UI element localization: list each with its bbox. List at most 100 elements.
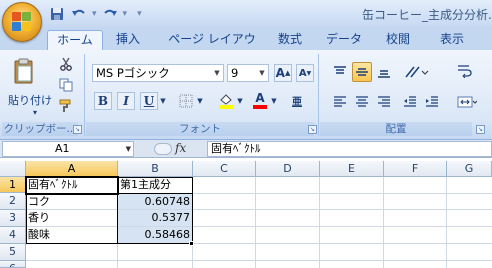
column-header-a[interactable]: A <box>26 161 118 177</box>
redo-icon[interactable] <box>101 5 119 23</box>
redo-dropdown-icon[interactable]: ▾ <box>123 9 128 19</box>
select-all-button[interactable] <box>0 161 26 177</box>
formula-bar-resize-handle[interactable] <box>154 143 172 155</box>
column-header-f[interactable]: F <box>384 161 447 177</box>
orientation-icon[interactable] <box>402 62 432 82</box>
fill-color-dropdown-icon[interactable]: ▼ <box>236 97 244 105</box>
align-center-icon[interactable] <box>352 92 372 112</box>
cell-b4[interactable]: 0.58468 <box>118 227 192 243</box>
name-box-dropdown-icon[interactable]: ▼ <box>126 142 131 156</box>
decrease-indent-icon[interactable] <box>400 92 420 112</box>
cell-a2[interactable]: コク <box>26 194 117 210</box>
undo-dropdown-icon[interactable]: ▾ <box>92 9 97 19</box>
name-box-value: A1 <box>55 142 70 155</box>
name-box[interactable]: A1 ▼ <box>2 141 134 157</box>
format-painter-icon[interactable] <box>58 98 74 114</box>
align-top-icon[interactable] <box>330 62 350 82</box>
gridline <box>26 260 492 261</box>
worksheet-grid[interactable]: A B C D E F G 1 2 3 4 5 6 固有ﾍﾞｸﾄﾙ 第1主成分 … <box>0 161 492 268</box>
paste-button[interactable]: 貼り付け <box>8 92 52 108</box>
row-header-3[interactable]: 3 <box>0 210 26 227</box>
font-name-combo[interactable]: MS Pゴシック ▼ <box>92 64 224 82</box>
column-header-c[interactable]: C <box>193 161 256 177</box>
gridline <box>319 177 320 268</box>
window-title: 缶コーヒー_主成分分析.xls <box>362 8 492 22</box>
font-color-button[interactable]: A <box>251 90 269 110</box>
tab-review[interactable]: 校閲 <box>378 30 418 50</box>
underline-button[interactable]: U <box>140 92 158 110</box>
font-size-value: 9 <box>231 66 239 80</box>
fill-handle[interactable] <box>189 241 194 246</box>
font-name-value: MS Pゴシック <box>96 66 170 80</box>
alignment-group-label: 配置 <box>320 122 472 136</box>
column-header-e[interactable]: E <box>320 161 384 177</box>
column-header-b[interactable]: B <box>118 161 193 177</box>
borders-dropdown-icon[interactable]: ▼ <box>196 97 204 105</box>
font-color-dropdown-icon[interactable]: ▼ <box>270 97 278 105</box>
customize-qat-icon[interactable]: ▾ <box>137 9 142 19</box>
phonetic-button[interactable]: 亜 <box>286 90 308 110</box>
tab-home[interactable]: ホーム <box>47 30 103 51</box>
font-size-combo[interactable]: 9 ▼ <box>227 64 269 82</box>
formula-bar: A1 ▼ fx 固有ﾍﾞｸﾄﾙ <box>0 140 492 158</box>
row-header-4[interactable]: 4 <box>0 227 26 244</box>
paste-icon[interactable] <box>12 56 36 86</box>
fill-color-icon[interactable] <box>215 90 237 110</box>
alignment-launcher-icon[interactable]: ↘ <box>476 125 485 134</box>
title-bar: ▾ ▾ ▾ 缶コーヒー_主成分分析.xls <box>0 0 492 28</box>
fx-icon: fx <box>175 141 187 155</box>
gridline <box>446 177 447 268</box>
cell-b1[interactable]: 第1主成分 <box>118 177 192 193</box>
group-separator <box>84 54 85 136</box>
clipboard-group-label: クリップボー... <box>2 122 78 136</box>
paste-dropdown-icon[interactable]: ▾ <box>30 108 40 117</box>
cut-icon[interactable] <box>58 56 74 72</box>
save-icon[interactable] <box>48 5 66 23</box>
insert-function-button[interactable]: fx <box>154 141 206 157</box>
grow-font-button[interactable]: A ▲ <box>274 64 292 82</box>
ribbon-tabs: ホーム 挿入 ページ レイアウト 数式 データ 校閲 表示 <box>0 28 492 65</box>
underline-dropdown-icon[interactable]: ▼ <box>159 97 167 105</box>
gridline <box>255 177 256 268</box>
borders-icon[interactable] <box>176 92 196 110</box>
column-header-g[interactable]: G <box>447 161 492 177</box>
gridline <box>383 177 384 268</box>
align-right-icon[interactable] <box>374 92 394 112</box>
row-header-5[interactable]: 5 <box>0 244 26 261</box>
tab-formulas[interactable]: 数式 <box>270 30 310 50</box>
active-cell-indicator <box>25 176 119 195</box>
font-group-label: フォント <box>86 122 314 136</box>
cell-b2[interactable]: 0.60748 <box>118 194 192 210</box>
quick-access-toolbar: ▾ ▾ ▾ <box>48 5 142 23</box>
cell-b3[interactable]: 0.5377 <box>118 210 192 226</box>
row-header-6[interactable]: 6 <box>0 261 26 268</box>
office-button[interactable] <box>2 2 42 42</box>
cell-a3[interactable]: 香り <box>26 210 117 226</box>
row-header-2[interactable]: 2 <box>0 193 26 210</box>
tab-view[interactable]: 表示 <box>432 30 472 50</box>
clipboard-launcher-icon[interactable]: ↘ <box>73 125 82 134</box>
formula-input[interactable]: 固有ﾍﾞｸﾄﾙ <box>207 141 492 157</box>
font-name-dropdown-icon[interactable]: ▼ <box>211 65 223 81</box>
tab-page-layout[interactable]: ページ レイアウト <box>163 30 261 65</box>
tab-data[interactable]: データ <box>322 30 366 50</box>
font-color-swatch <box>253 104 267 109</box>
increase-indent-icon[interactable] <box>422 92 442 112</box>
undo-icon[interactable] <box>70 5 88 23</box>
align-left-icon[interactable] <box>330 92 350 112</box>
align-middle-icon[interactable] <box>352 62 372 82</box>
cell-a4[interactable]: 酸味 <box>26 227 117 243</box>
italic-button[interactable]: I <box>117 92 135 110</box>
font-launcher-icon[interactable]: ↘ <box>308 125 317 134</box>
copy-icon[interactable] <box>58 77 74 93</box>
font-size-dropdown-icon[interactable]: ▼ <box>256 65 268 81</box>
merge-center-icon[interactable] <box>454 92 480 112</box>
tab-insert[interactable]: 挿入 <box>108 30 148 50</box>
bold-button[interactable]: B <box>94 92 112 110</box>
office-logo-icon <box>12 12 32 32</box>
column-header-d[interactable]: D <box>256 161 320 177</box>
align-bottom-icon[interactable] <box>374 62 394 82</box>
wrap-text-icon[interactable] <box>454 60 476 82</box>
shrink-font-button[interactable]: A ▼ <box>296 64 314 82</box>
row-header-1[interactable]: 1 <box>0 177 26 193</box>
